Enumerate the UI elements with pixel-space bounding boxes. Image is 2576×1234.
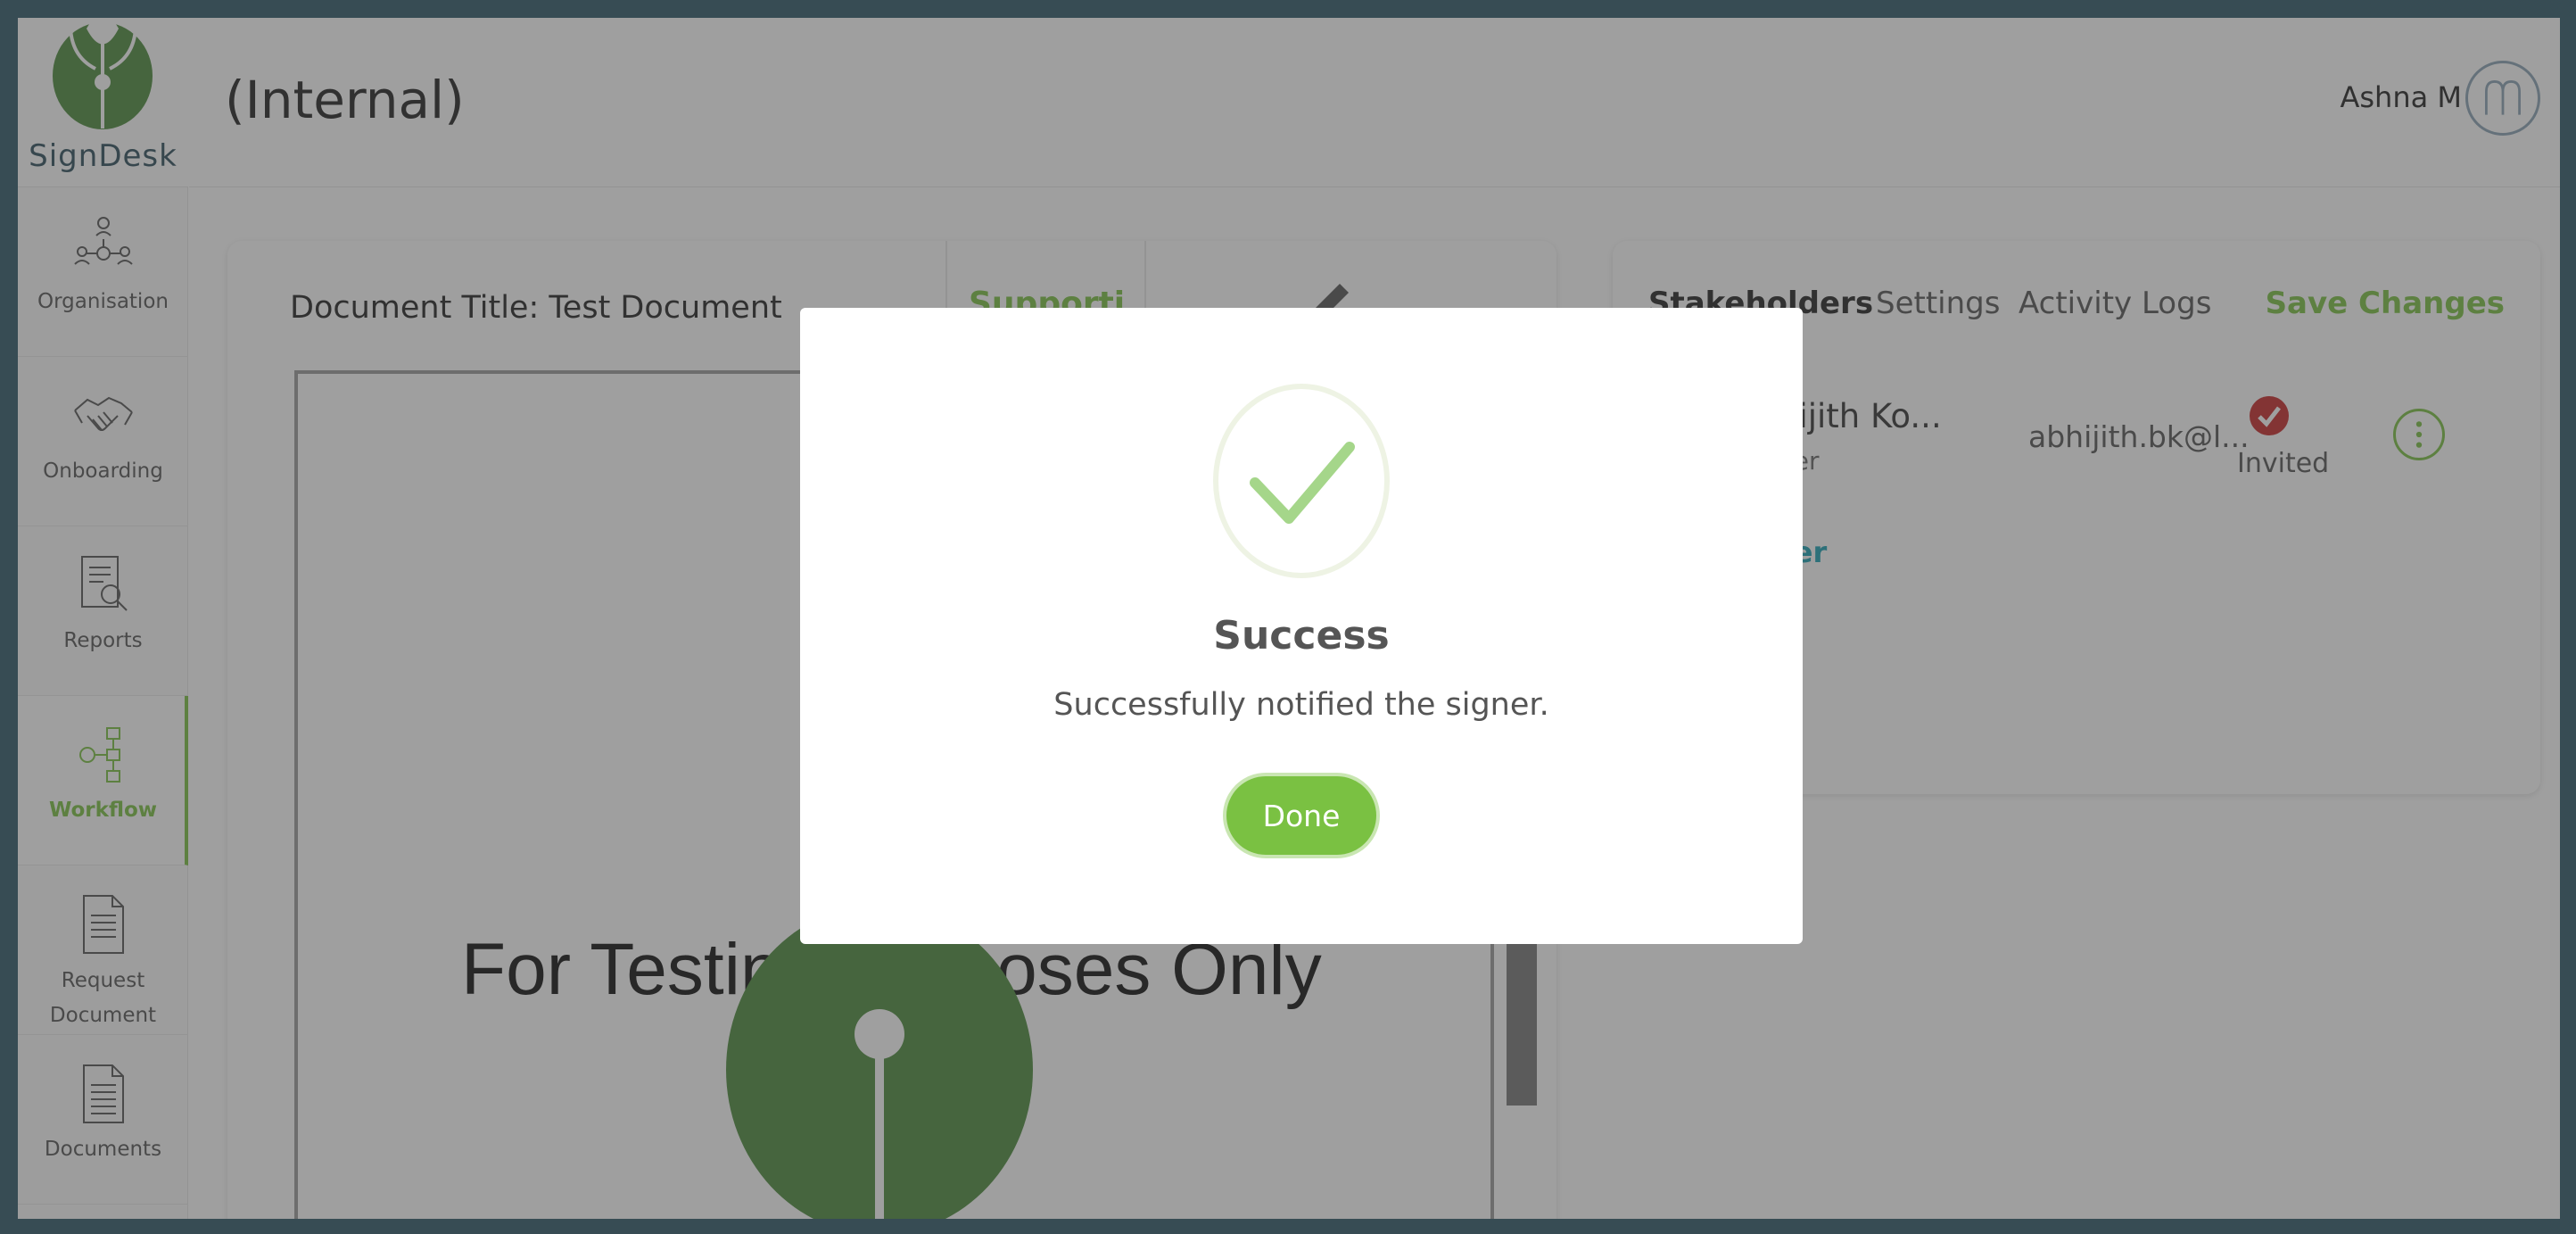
- done-button[interactable]: Done: [1223, 773, 1380, 858]
- success-check-icon: [1213, 384, 1390, 578]
- success-modal: Success Successfully notified the signer…: [800, 308, 1803, 944]
- modal-message: Successfully notified the signer.: [1053, 687, 1549, 723]
- modal-title: Success: [1213, 613, 1390, 658]
